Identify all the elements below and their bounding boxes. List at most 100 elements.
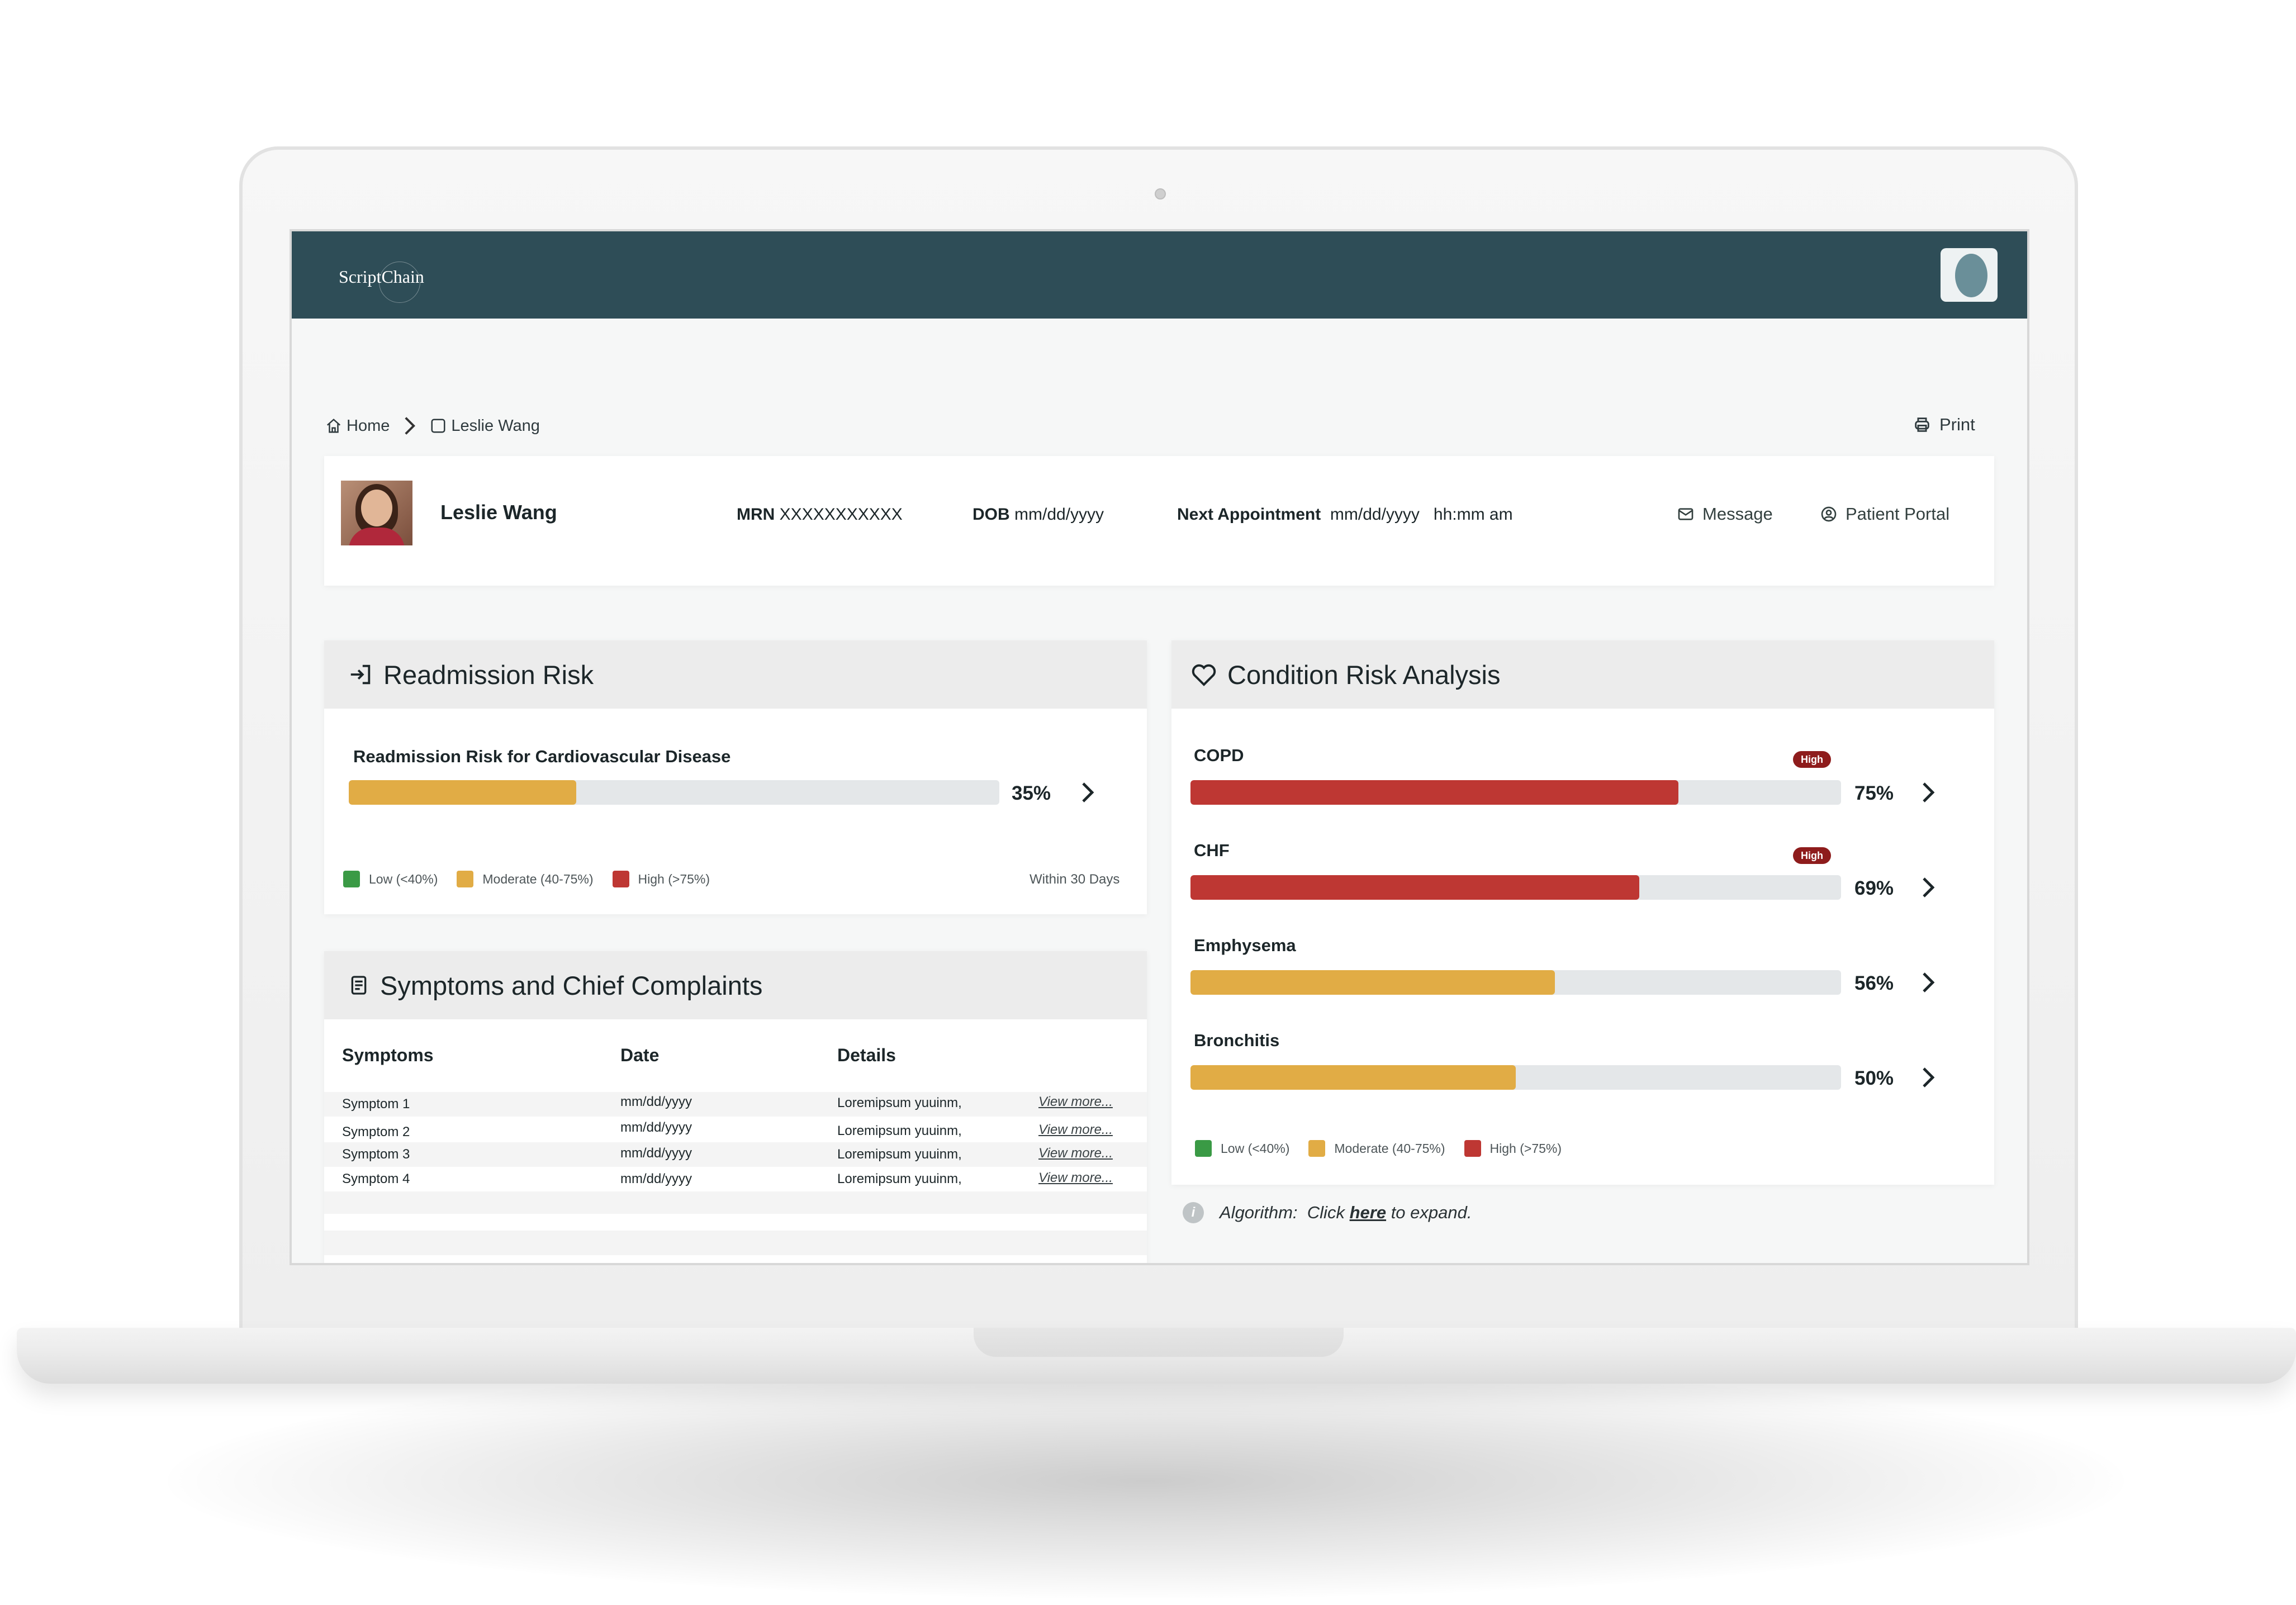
condition-legend: Low (<40%) Moderate (40-75%) High (>75%)	[1195, 1140, 1562, 1157]
info-icon: i	[1183, 1202, 1204, 1223]
table-row[interactable]: Symptom 3 mm/dd/yyyy Loremipsum yuuinm, …	[324, 1142, 1147, 1167]
condition-track	[1190, 1065, 1841, 1090]
legend-moderate-swatch	[1308, 1140, 1326, 1157]
breadcrumb-patient[interactable]: Leslie Wang	[430, 417, 540, 435]
message-button[interactable]: Message	[1677, 504, 1773, 524]
row-details: Loremipsum yuuinm,	[837, 1147, 962, 1162]
patient-portal-button[interactable]: Patient Portal	[1820, 504, 1949, 524]
legend-moderate: Moderate (40-75%)	[457, 871, 594, 887]
mail-icon	[1678, 508, 1693, 520]
square-icon	[431, 419, 445, 433]
row-date: mm/dd/yyyy	[620, 1146, 692, 1161]
legend-moderate-label: Moderate (40-75%)	[1334, 1141, 1445, 1156]
table-row[interactable]: Symptom 1 mm/dd/yyyy Loremipsum yuuinm, …	[324, 1092, 1147, 1117]
row-details: Loremipsum yuuinm,	[837, 1095, 962, 1110]
view-more-link[interactable]: View more...	[1038, 1122, 1113, 1138]
print-button[interactable]: Print	[1913, 414, 1975, 436]
symptoms-header: Symptoms and Chief Complaints	[324, 951, 1147, 1019]
readmission-legend: Low (<40%) Moderate (40-75%) High (>75%)	[343, 871, 710, 887]
algorithm-note: i Algorithm: Click here to expand.	[1183, 1202, 1472, 1223]
patient-mrn: MRN XXXXXXXXXXX	[737, 505, 903, 524]
condition-value: 56%	[1854, 972, 1894, 994]
table-row[interactable]: Symptom 2 mm/dd/yyyy Loremipsum yuuinm, …	[324, 1118, 1147, 1142]
top-bar: ScriptChain	[292, 231, 2027, 319]
breadcrumb-home[interactable]: Home	[325, 417, 390, 435]
col-symptoms: Symptoms	[342, 1045, 434, 1065]
algorithm-prefix: Algorithm:	[1220, 1203, 1298, 1222]
laptop-shadow	[168, 1364, 2124, 1598]
user-avatar-button[interactable]	[1941, 248, 1998, 302]
symptoms-title: Symptoms and Chief Complaints	[380, 970, 763, 1000]
condition-value: 69%	[1854, 877, 1894, 899]
patient-dob: DOB mm/dd/yyyy	[973, 505, 1104, 524]
row-date: mm/dd/yyyy	[620, 1171, 692, 1186]
patient-card: Leslie Wang MRN XXXXXXXXXXX DOB mm/dd/yy…	[324, 456, 1994, 586]
readmission-label: Readmission Risk for Cardiovascular Dise…	[353, 747, 731, 766]
condition-value: 50%	[1854, 1067, 1894, 1089]
condition-track	[1190, 780, 1841, 805]
view-more-link[interactable]: View more...	[1038, 1170, 1113, 1186]
app-logo[interactable]: ScriptChain	[339, 257, 462, 303]
readmission-risk-title: Readmission Risk	[383, 659, 594, 690]
legend-moderate-label: Moderate (40-75%)	[482, 871, 594, 886]
dob-value: mm/dd/yyyy	[1014, 505, 1104, 524]
row-symptom: Symptom 2	[342, 1124, 410, 1139]
table-row[interactable]: Symptom 4 mm/dd/yyyy Loremipsum yuuinm, …	[324, 1167, 1147, 1191]
condition-name: COPD	[1194, 745, 1244, 765]
condition-chevron-icon[interactable]	[1917, 970, 1939, 995]
condition-fill	[1190, 970, 1555, 995]
legend-low-swatch	[343, 871, 360, 887]
condition-risk-panel: Condition Risk Analysis COPD High 75% CH…	[1171, 640, 1994, 1185]
high-badge: High	[1793, 751, 1831, 768]
laptop-camera	[1155, 188, 1166, 200]
condition-risk-header: Condition Risk Analysis	[1171, 640, 1994, 709]
photo-shirt	[349, 528, 405, 545]
readmission-track	[349, 780, 999, 805]
algorithm-text: Algorithm: Click here to expand.	[1220, 1203, 1472, 1223]
readmission-risk-header: Readmission Risk	[324, 640, 1147, 709]
legend-low-label: Low (<40%)	[1221, 1141, 1290, 1156]
condition-value: 75%	[1854, 782, 1894, 804]
breadcrumb: Home Leslie Wang	[325, 415, 540, 437]
document-icon	[348, 974, 370, 996]
legend-moderate: Moderate (40-75%)	[1308, 1140, 1445, 1157]
sign-in-icon	[348, 662, 373, 687]
legend-high-swatch	[1464, 1140, 1481, 1157]
condition-track	[1190, 970, 1841, 995]
condition-name: Emphysema	[1194, 936, 1296, 955]
algorithm-expand-link[interactable]: here	[1350, 1203, 1386, 1222]
legend-high-label: High (>75%)	[1489, 1141, 1562, 1156]
condition-chevron-icon[interactable]	[1917, 780, 1939, 805]
message-label: Message	[1702, 504, 1773, 524]
appt-value: mm/dd/yyyy hh:mm am	[1330, 505, 1513, 524]
row-symptom: Symptom 4	[342, 1171, 410, 1186]
chevron-right-icon	[405, 417, 416, 435]
heart-icon	[1190, 662, 1217, 687]
condition-risk-title: Condition Risk Analysis	[1227, 659, 1501, 690]
readmission-window: Within 30 Days	[1030, 872, 1120, 887]
printer-icon	[1915, 417, 1929, 432]
home-icon	[326, 419, 341, 433]
patient-next-appointment: Next Appointment mm/dd/yyyy hh:mm am	[1177, 505, 1513, 524]
app-screen: ScriptChain Home Leslie Wang Print Lesli…	[290, 229, 2029, 1265]
view-more-link[interactable]: View more...	[1038, 1094, 1113, 1110]
legend-low: Low (<40%)	[343, 871, 438, 887]
logo-text: ScriptChain	[339, 267, 424, 287]
patient-photo	[341, 481, 412, 545]
readmission-value: 35%	[1012, 782, 1051, 804]
condition-fill	[1190, 875, 1640, 900]
patient-name: Leslie Wang	[440, 501, 557, 524]
condition-track	[1190, 875, 1841, 900]
table-row-empty	[324, 1231, 1147, 1255]
condition-chevron-icon[interactable]	[1917, 875, 1939, 900]
readmission-chevron-icon[interactable]	[1076, 780, 1099, 805]
condition-chevron-icon[interactable]	[1917, 1065, 1939, 1090]
readmission-fill	[349, 780, 577, 805]
appt-label: Next Appointment	[1177, 505, 1321, 524]
algorithm-suffix: to expand.	[1391, 1203, 1472, 1222]
symptoms-panel: Symptoms and Chief Complaints Symptoms D…	[324, 951, 1147, 1263]
view-more-link[interactable]: View more...	[1038, 1146, 1113, 1161]
legend-high: High (>75%)	[612, 871, 710, 887]
col-date: Date	[620, 1045, 660, 1065]
avatar-icon	[1955, 254, 1987, 297]
